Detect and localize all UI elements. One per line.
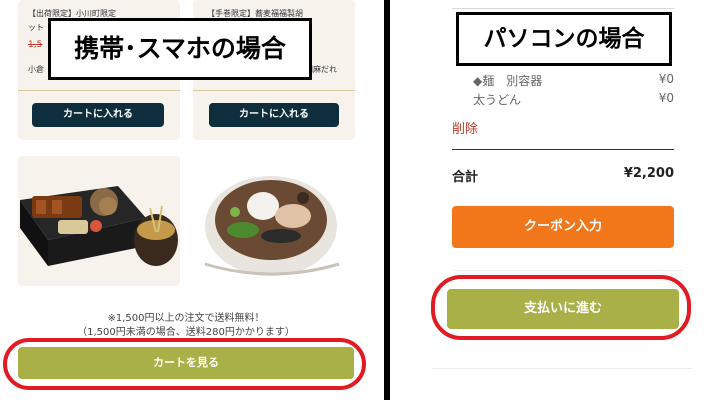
delete-link[interactable]: 削除 (452, 118, 478, 137)
product-image (18, 156, 180, 286)
total-label: 合計 (452, 170, 479, 185)
product-image (193, 156, 355, 286)
product-detail: 小倉 (28, 65, 44, 74)
mobile-screenshot-panel: 【出荷限定】小川町限定 ット 1,5 小倉 カートに入れる 【手巻限定】蕎麦福福… (0, 0, 384, 400)
mobile-overlay-label: 携帯･スマホの場合 (48, 18, 312, 80)
bento-image (18, 156, 180, 286)
card-divider (18, 90, 180, 91)
card-divider (193, 90, 355, 91)
product-card (193, 156, 355, 286)
total-value: ¥2,200 (623, 166, 674, 181)
desktop-screenshot-panel: パソコンの場合 ◆麺 別容器 ¥0 太うどん ¥0 削除 合計 ¥2,200 ク… (390, 0, 705, 400)
highlight-oval (431, 275, 691, 340)
shipping-notice: ※1,500円以上の注文で送料無料！ (107, 313, 265, 324)
soba-image (193, 156, 355, 286)
total-divider (452, 149, 674, 150)
separator-line (432, 368, 692, 369)
add-to-cart-button[interactable]: カートに入れる (209, 103, 339, 127)
separator-line (452, 270, 682, 271)
cart-item-price: ¥0 (658, 72, 674, 86)
cart-item-name: 太うどん (473, 93, 522, 107)
add-to-cart-button[interactable]: カートに入れる (32, 103, 164, 127)
coupon-button[interactable]: クーポン入力 (452, 206, 674, 248)
highlight-oval (3, 338, 366, 390)
product-price-strike: 1,5 (28, 40, 43, 50)
product-card (18, 156, 180, 286)
top-rule (452, 8, 674, 9)
desktop-overlay-label: パソコンの場合 (456, 12, 672, 66)
cart-item-price: ¥0 (658, 91, 674, 105)
cart-item-name: ◆麺 別容器 (473, 74, 543, 88)
